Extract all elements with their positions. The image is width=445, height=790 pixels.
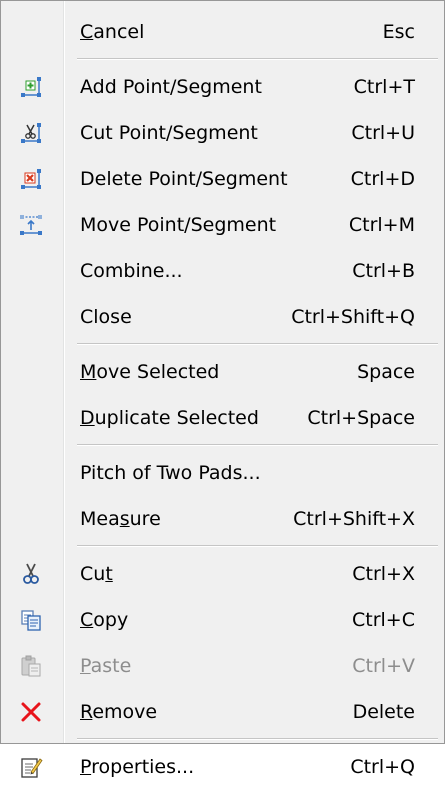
menu-item-cut-point-segment[interactable]: Cut Point/Segment Ctrl+U bbox=[1, 110, 444, 156]
menu-item-shortcut: Ctrl+Q bbox=[350, 756, 415, 778]
menu-item-label: Move Point/Segment bbox=[80, 214, 277, 236]
menu-item-shortcut: Esc bbox=[382, 21, 415, 43]
menu-item-label: Combine... bbox=[80, 260, 183, 282]
scissors-icon bbox=[19, 562, 43, 586]
menu-separator bbox=[1, 441, 444, 450]
menu-item-remove[interactable]: Remove Delete bbox=[1, 689, 444, 735]
paste-icon bbox=[19, 654, 43, 678]
menu-item-duplicate-selected[interactable]: Duplicate Selected Ctrl+Space bbox=[1, 395, 444, 441]
menu-separator bbox=[1, 340, 444, 349]
menu-item-cut[interactable]: Cut Ctrl+X bbox=[1, 551, 444, 597]
menu-item-label: Cut bbox=[80, 563, 113, 585]
menu-item-move-selected[interactable]: Move Selected Space bbox=[1, 349, 444, 395]
menu-item-shortcut: Space bbox=[357, 361, 415, 383]
cut-point-icon bbox=[19, 121, 43, 145]
menu-item-shortcut: Ctrl+U bbox=[351, 122, 415, 144]
remove-x-icon bbox=[19, 700, 43, 724]
menu-item-add-point-segment[interactable]: Add Point/Segment Ctrl+T bbox=[1, 64, 444, 110]
menu-item-shortcut: Ctrl+Shift+X bbox=[293, 508, 415, 530]
menu-item-label: Properties... bbox=[80, 756, 195, 778]
menu-item-shortcut: Ctrl+V bbox=[352, 655, 415, 677]
copy-icon bbox=[19, 608, 43, 632]
menu-item-properties[interactable]: Properties... Ctrl+Q bbox=[1, 744, 444, 790]
menu-item-move-point-segment[interactable]: Move Point/Segment Ctrl+M bbox=[1, 202, 444, 248]
menu-item-measure[interactable]: Measure Ctrl+Shift+X bbox=[1, 496, 444, 542]
menu-item-shortcut: Ctrl+T bbox=[353, 76, 415, 98]
delete-point-icon bbox=[19, 167, 43, 191]
menu-item-label: Remove bbox=[80, 701, 158, 723]
menu-item-shortcut: Ctrl+D bbox=[350, 168, 415, 190]
menu-item-pitch-of-two-pads[interactable]: Pitch of Two Pads... bbox=[1, 450, 444, 496]
menu-item-label: Pitch of Two Pads... bbox=[80, 462, 261, 484]
menu-item-copy[interactable]: Copy Ctrl+C bbox=[1, 597, 444, 643]
menu-item-close[interactable]: Close Ctrl+Shift+Q bbox=[1, 294, 444, 340]
menu-item-label: Paste bbox=[80, 655, 132, 677]
menu-separator bbox=[1, 55, 444, 64]
menu-item-label: Delete Point/Segment bbox=[80, 168, 288, 190]
menu-item-shortcut: Ctrl+M bbox=[348, 214, 415, 236]
menu-item-label: Cancel bbox=[80, 21, 145, 43]
menu-separator bbox=[1, 735, 444, 744]
menu-item-shortcut: Ctrl+C bbox=[352, 609, 415, 631]
menu-item-shortcut: Ctrl+Shift+Q bbox=[291, 306, 415, 328]
menu-separator bbox=[1, 542, 444, 551]
menu-item-label: Move Selected bbox=[80, 361, 220, 383]
menu-item-shortcut: Ctrl+X bbox=[352, 563, 415, 585]
menu-item-combine[interactable]: Combine... Ctrl+B bbox=[1, 248, 444, 294]
menu-item-label: Measure bbox=[80, 508, 161, 530]
move-point-icon bbox=[19, 213, 43, 237]
menu-item-shortcut: Ctrl+Space bbox=[307, 407, 415, 429]
menu-item-paste: Paste Ctrl+V bbox=[1, 643, 444, 689]
menu-items: Cancel Esc Add Point/Segment Ctrl+T Cut … bbox=[1, 9, 444, 790]
menu-item-label: Cut Point/Segment bbox=[80, 122, 258, 144]
menu-item-label: Copy bbox=[80, 609, 129, 631]
properties-icon bbox=[19, 755, 43, 779]
add-point-icon bbox=[19, 75, 43, 99]
menu-item-label: Close bbox=[80, 306, 132, 328]
menu-item-label: Add Point/Segment bbox=[80, 76, 262, 98]
menu-item-label: Duplicate Selected bbox=[80, 407, 259, 429]
menu-item-delete-point-segment[interactable]: Delete Point/Segment Ctrl+D bbox=[1, 156, 444, 202]
menu-item-cancel[interactable]: Cancel Esc bbox=[1, 9, 444, 55]
menu-item-shortcut: Ctrl+B bbox=[352, 260, 415, 282]
context-menu: Cancel Esc Add Point/Segment Ctrl+T Cut … bbox=[0, 0, 445, 778]
menu-item-shortcut: Delete bbox=[352, 701, 415, 723]
